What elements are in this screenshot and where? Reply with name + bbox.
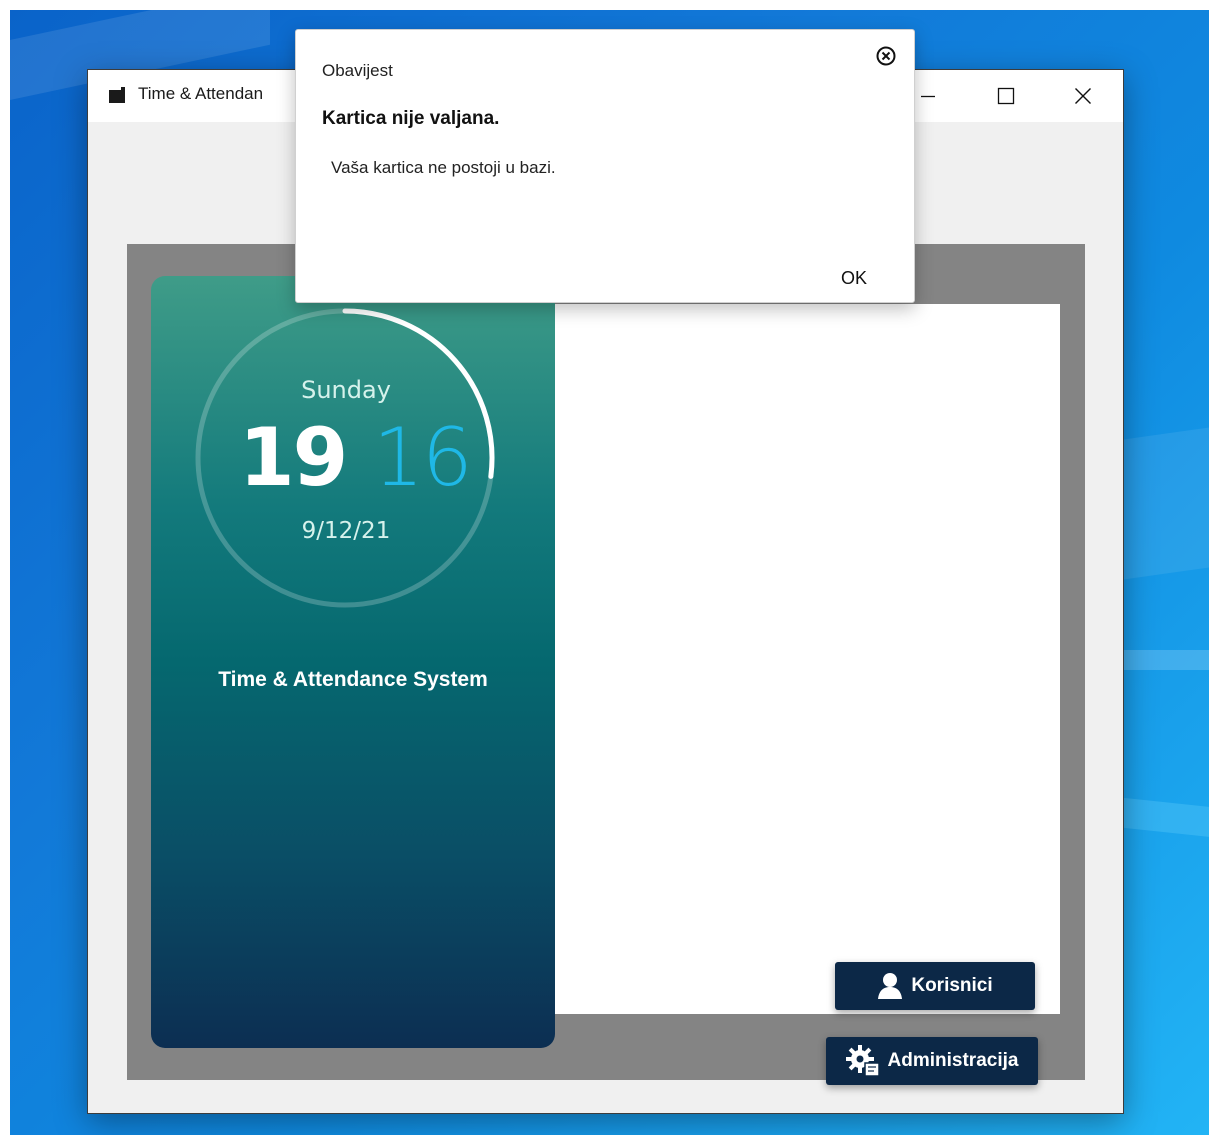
dialog-close-button[interactable] [875, 45, 897, 67]
user-icon [877, 972, 903, 1000]
maximize-icon [997, 87, 1015, 105]
users-button[interactable]: Korisnici [835, 962, 1035, 1010]
content-frame: Sunday 19 16 9/12/21 Time & Attendance S… [127, 244, 1085, 1085]
ok-button[interactable]: OK [824, 263, 884, 293]
window-title: Time & Attendan [138, 84, 264, 103]
administration-button-label: Administracija [887, 1050, 1019, 1071]
maximize-button[interactable] [976, 70, 1036, 122]
close-icon [1075, 88, 1091, 104]
gear-icon [845, 1045, 880, 1077]
clock-card: Sunday 19 16 9/12/21 Time & Attendance S… [151, 276, 555, 1048]
dialog-caption: Obavijest [322, 61, 393, 80]
date-text: 9/12/21 [301, 518, 391, 544]
time-hour: 19 [239, 411, 348, 504]
minimize-icon [921, 95, 935, 98]
close-window-button[interactable] [1053, 70, 1113, 122]
dialog-heading: Kartica nije valjana. [322, 108, 500, 129]
users-button-label: Korisnici [911, 975, 993, 996]
administration-button[interactable]: Administracija [826, 1037, 1038, 1085]
clock-ring [195, 308, 495, 608]
time-minute: 16 [373, 411, 473, 504]
app-icon [107, 85, 127, 105]
close-circle-icon [876, 46, 896, 66]
notification-dialog: Obavijest Kartica nije valjana. Vaša kar… [295, 29, 915, 303]
dialog-message: Vaša kartica ne postoji u bazi. [331, 158, 556, 177]
day-name: Sunday [301, 376, 391, 404]
main-panel [555, 304, 1060, 1014]
system-name: Time & Attendance System [218, 668, 488, 691]
